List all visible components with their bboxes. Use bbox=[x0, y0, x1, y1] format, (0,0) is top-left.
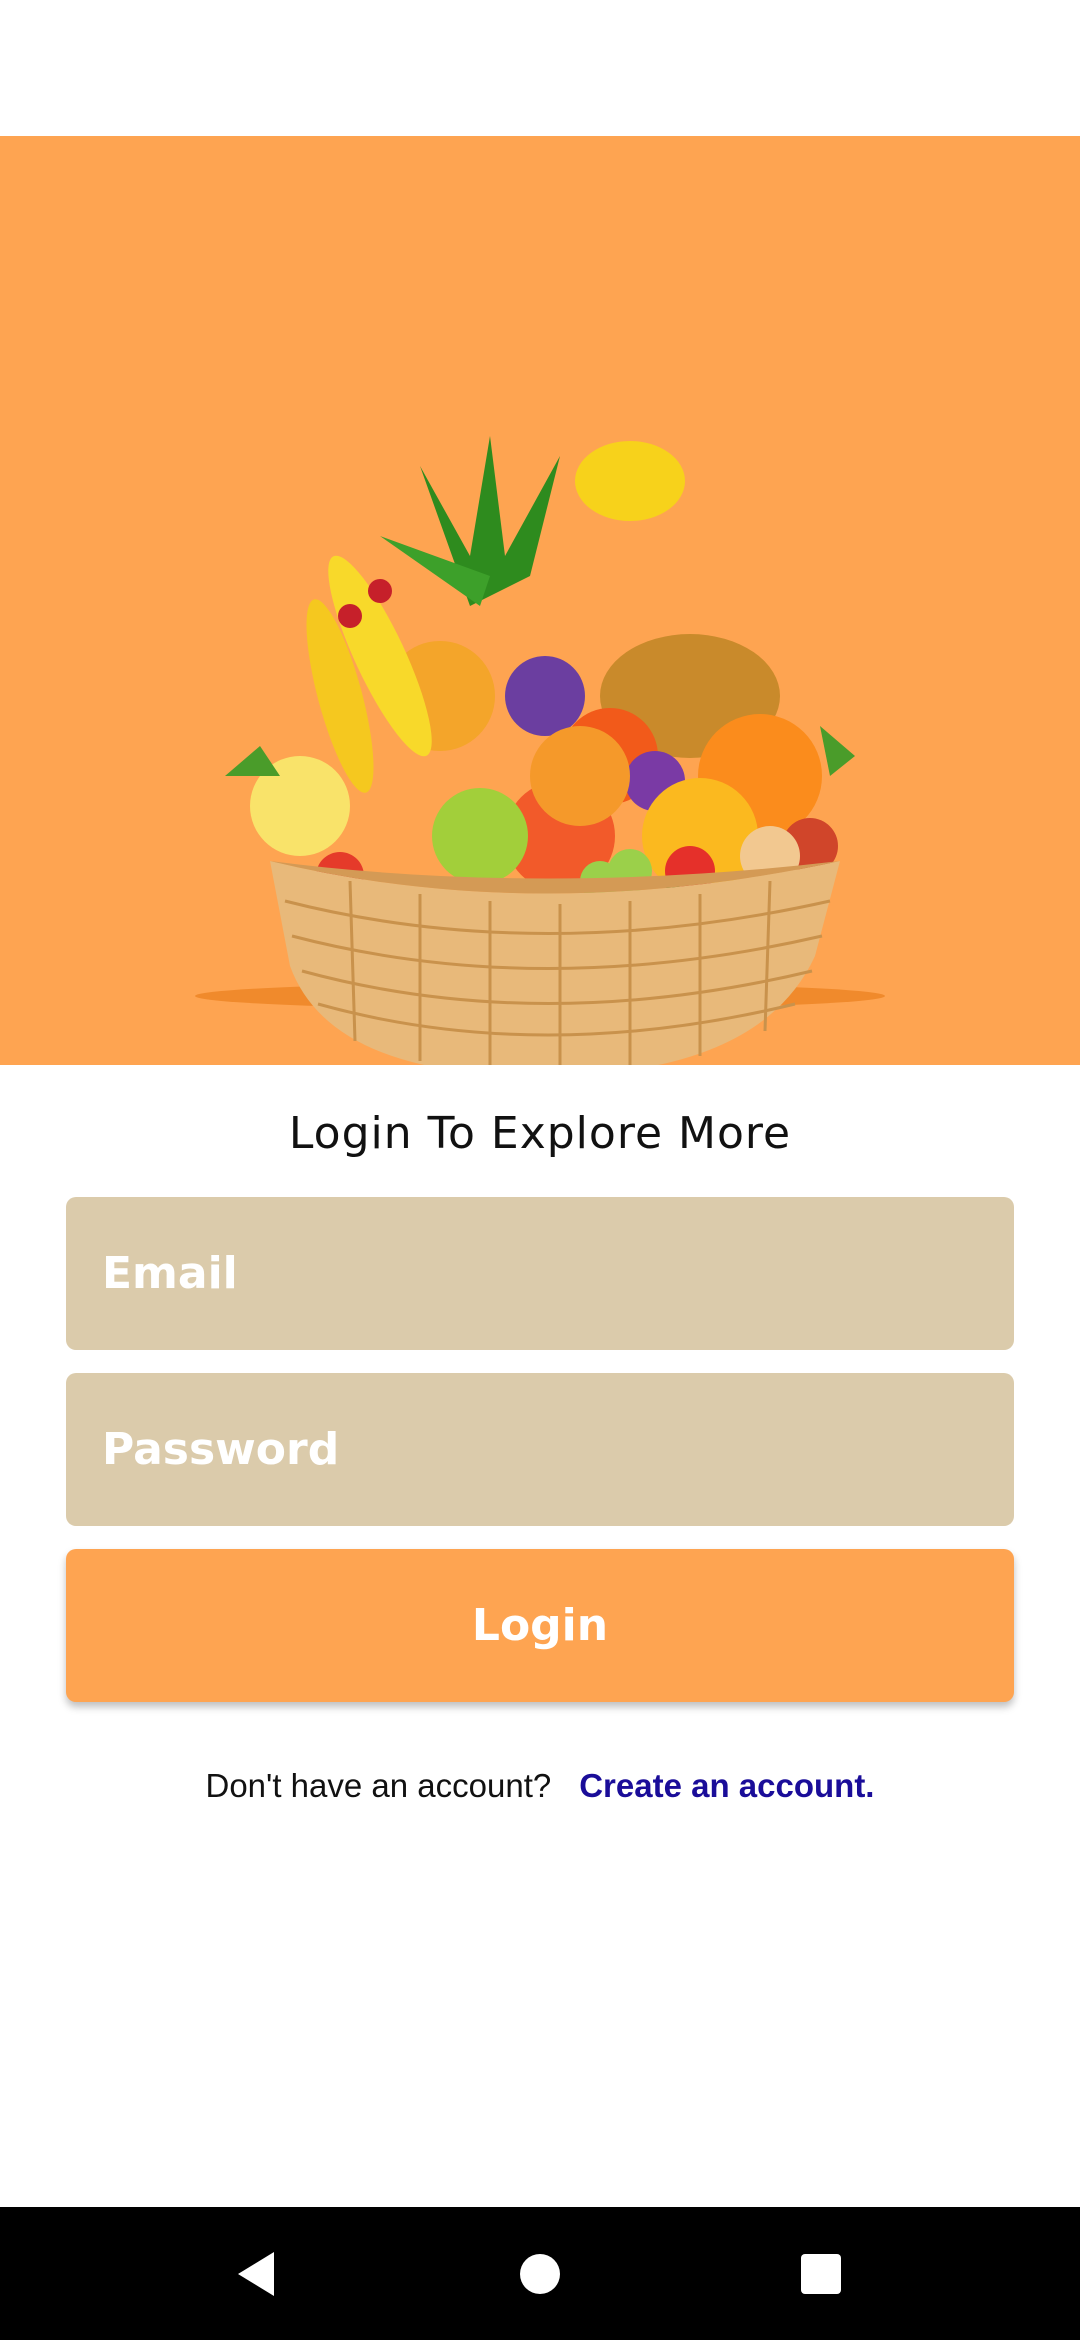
fruit-basket-illustration bbox=[195, 436, 885, 1065]
password-input[interactable] bbox=[100, 1423, 980, 1476]
home-button[interactable] bbox=[480, 2207, 600, 2340]
email-input[interactable] bbox=[100, 1247, 980, 1300]
back-button[interactable] bbox=[196, 2207, 316, 2340]
recents-button[interactable] bbox=[761, 2207, 881, 2340]
signup-row: Don't have an account? Create an account. bbox=[0, 1767, 1080, 1805]
system-navigation-bar bbox=[0, 2207, 1080, 2340]
status-bar bbox=[0, 0, 1080, 136]
home-circle-icon bbox=[520, 2253, 560, 2294]
password-field[interactable] bbox=[66, 1373, 1014, 1526]
login-button[interactable]: Login bbox=[66, 1549, 1014, 1702]
recents-square-icon bbox=[801, 2253, 841, 2294]
back-triangle-icon bbox=[238, 2251, 274, 2296]
page-title: Login To Explore More bbox=[288, 1108, 792, 1159]
signup-prompt: Don't have an account? bbox=[205, 1767, 552, 1804]
email-field[interactable] bbox=[66, 1197, 1014, 1350]
create-account-link[interactable]: Create an account. bbox=[579, 1767, 874, 1804]
login-screen: Login To Explore More Login Don't have a… bbox=[0, 0, 1080, 2340]
hero-banner bbox=[0, 136, 1080, 1065]
